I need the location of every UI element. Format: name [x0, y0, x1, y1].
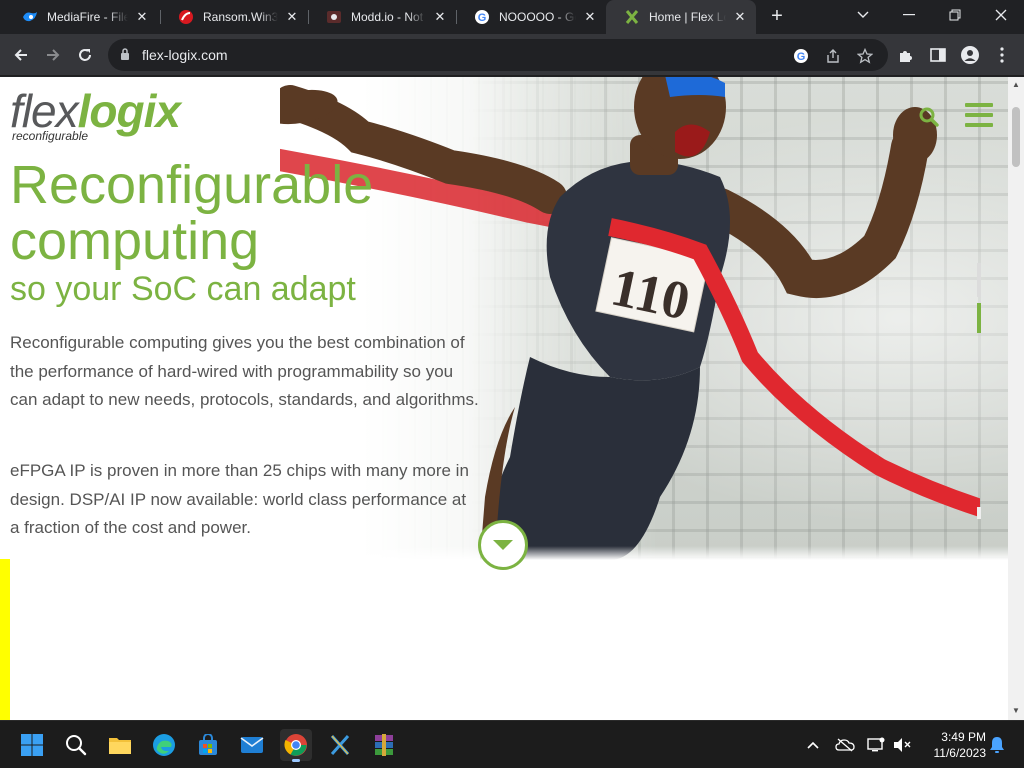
- svg-text:G: G: [478, 12, 487, 24]
- logo-text-logix: logix: [77, 85, 181, 137]
- lock-icon[interactable]: [120, 48, 130, 66]
- tab-mediafire[interactable]: MediaFire - File ✕: [4, 0, 158, 34]
- store-icon: [199, 734, 217, 755]
- flexlogix-icon: [624, 9, 640, 25]
- address-bar[interactable]: flex-logix.com G: [108, 39, 888, 71]
- tab-title: Home | Flex Lo: [649, 10, 726, 24]
- trendmicro-icon: [178, 9, 194, 25]
- file-explorer-button[interactable]: [104, 729, 136, 761]
- scroll-up-arrow-icon[interactable]: ▲: [1012, 81, 1020, 89]
- taskbar-clock[interactable]: 3:49 PM 11/6/2023: [920, 729, 987, 761]
- tab-title: NOOOOO - Go: [499, 10, 576, 24]
- chrome-icon: [284, 734, 307, 756]
- svg-text:G: G: [797, 51, 806, 63]
- restore-button[interactable]: [932, 0, 978, 30]
- tab-title: MediaFire - File: [47, 10, 128, 24]
- close-tab-icon[interactable]: ✕: [732, 9, 748, 25]
- slide-indicator[interactable]: [977, 507, 981, 519]
- tab-flexlogix[interactable]: Home | Flex Lo ✕: [606, 0, 756, 34]
- volume-muted-icon[interactable]: [892, 735, 912, 755]
- x-logo-icon: [330, 735, 350, 755]
- reload-button[interactable]: [72, 42, 98, 68]
- tab-search-button[interactable]: [840, 0, 886, 30]
- edge-icon: [153, 734, 175, 756]
- moddio-icon: [326, 9, 342, 25]
- tab-ransom[interactable]: Ransom.Win32 ✕: [160, 0, 308, 34]
- clock-time: 3:49 PM: [941, 730, 986, 744]
- back-button[interactable]: [8, 42, 34, 68]
- page-scrollbar[interactable]: ▲ ▼: [1008, 77, 1024, 720]
- side-panel-icon[interactable]: [929, 46, 947, 64]
- new-tab-button[interactable]: +: [766, 6, 788, 28]
- close-window-button[interactable]: [978, 0, 1024, 30]
- hero-paragraph-2: eFPGA IP is proven in more than 25 chips…: [10, 461, 469, 537]
- hero-banner: 110 flexlogix reconfigurable Reconfigura…: [0, 77, 1008, 560]
- search-icon: [66, 735, 87, 756]
- share-icon[interactable]: [824, 47, 842, 65]
- google-icon: G: [474, 9, 490, 25]
- reload-icon: [79, 49, 91, 61]
- back-arrow-icon: [14, 49, 27, 61]
- tab-title: Modd.io - Not: [351, 10, 424, 24]
- tab-google[interactable]: G NOOOOO - Go ✕: [456, 0, 606, 34]
- chevron-down-icon: [857, 11, 869, 18]
- caret-down-icon: [493, 540, 513, 550]
- windows-taskbar: 3:49 PM 11/6/2023: [0, 720, 1024, 768]
- mediafire-icon: [22, 9, 38, 25]
- windows-logo-icon: [21, 734, 43, 756]
- hero-subheadline: so your SoC can adapt: [10, 270, 356, 308]
- kebab-menu-icon[interactable]: [993, 46, 1011, 64]
- hero-headline-line1: Reconfigurable: [10, 155, 374, 215]
- close-tab-icon[interactable]: ✕: [432, 9, 448, 25]
- chrome-button[interactable]: [280, 729, 312, 762]
- tab-moddio[interactable]: Modd.io - Not ✕: [308, 0, 456, 34]
- minimize-button[interactable]: [886, 0, 932, 30]
- close-tab-icon[interactable]: ✕: [284, 9, 300, 25]
- extensions-icon[interactable]: [897, 46, 915, 64]
- close-icon: [995, 9, 1007, 21]
- restore-icon: [949, 9, 961, 21]
- slide-indicator-active[interactable]: [977, 303, 981, 333]
- flexlogix-logo[interactable]: flexlogix reconfigurable: [10, 85, 210, 145]
- logo-tagline: reconfigurable: [12, 129, 89, 143]
- edge-button[interactable]: [148, 729, 180, 761]
- tab-title: Ransom.Win32: [203, 10, 278, 24]
- page-viewport: 110 flexlogix reconfigurable Reconfigura…: [0, 77, 1008, 720]
- mail-button[interactable]: [236, 729, 268, 761]
- url-text[interactable]: flex-logix.com: [142, 47, 228, 63]
- folder-icon: [109, 738, 131, 754]
- close-tab-icon[interactable]: ✕: [134, 9, 150, 25]
- scroll-down-button[interactable]: [478, 520, 528, 570]
- show-hidden-icons-chevron-icon[interactable]: [803, 735, 823, 755]
- hero-headline-line2: computing: [10, 211, 260, 271]
- winrar-button[interactable]: [368, 729, 400, 761]
- onedrive-offline-icon[interactable]: [835, 735, 855, 755]
- store-button[interactable]: [192, 729, 224, 761]
- profile-avatar-icon[interactable]: [961, 46, 979, 64]
- browser-toolbar: flex-logix.com G: [0, 34, 1024, 76]
- hamburger-menu-icon[interactable]: [965, 103, 993, 127]
- scroll-down-arrow-icon[interactable]: ▼: [1012, 707, 1020, 715]
- app-x-button[interactable]: [324, 729, 356, 761]
- notification-bell-icon[interactable]: [987, 735, 1007, 755]
- mail-icon: [240, 737, 264, 753]
- google-lens-icon[interactable]: G: [792, 47, 810, 65]
- forward-arrow-icon: [47, 49, 60, 61]
- search-icon[interactable]: [919, 107, 939, 132]
- close-tab-icon[interactable]: ✕: [582, 9, 598, 25]
- start-button[interactable]: [16, 729, 48, 761]
- browser-tabstrip: MediaFire - File ✕ Ransom.Win32 ✕ Modd.i…: [0, 0, 1024, 34]
- hero-headline: Reconfigurable computing: [10, 157, 373, 269]
- hero-paragraph-1: Reconfigurable computing gives you the b…: [10, 333, 479, 409]
- slide-indicator[interactable]: [977, 263, 981, 297]
- clock-date: 11/6/2023: [933, 746, 987, 760]
- winrar-icon: [375, 734, 393, 756]
- taskbar-search-button[interactable]: [60, 729, 92, 761]
- minimize-icon: [903, 14, 915, 16]
- yellow-side-strip: [0, 559, 10, 720]
- bookmark-star-icon[interactable]: [856, 47, 874, 65]
- display-network-icon[interactable]: [866, 735, 886, 755]
- scrollbar-thumb[interactable]: [1012, 107, 1020, 167]
- forward-button[interactable]: [40, 42, 66, 68]
